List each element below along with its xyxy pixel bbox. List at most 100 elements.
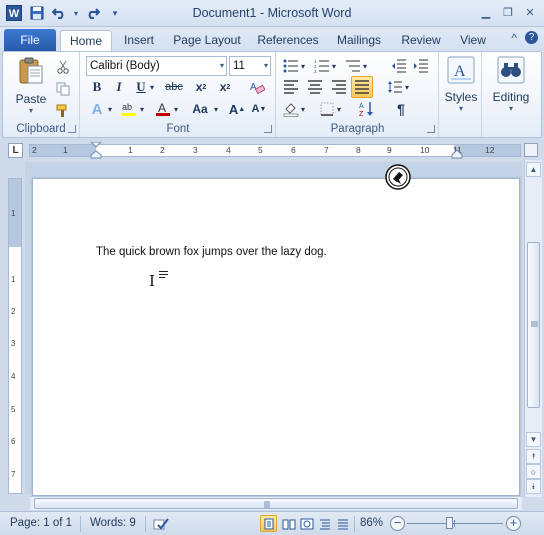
line-spacing-dropdown-icon[interactable]: ▾: [402, 77, 412, 97]
tab-selector[interactable]: L: [8, 143, 23, 158]
ribbon: Paste ▾ Clipboard Calibri (Body) ▾ 11 ▾ …: [2, 51, 542, 138]
highlight-icon[interactable]: ab: [119, 99, 139, 119]
paste-button[interactable]: Paste ▾: [11, 56, 51, 115]
ruler-number: 8: [356, 145, 361, 155]
zoom-out-button[interactable]: −: [390, 516, 405, 531]
bold-icon[interactable]: B: [87, 77, 107, 97]
right-indent-marker[interactable]: [451, 149, 463, 159]
font-color-icon[interactable]: A: [153, 99, 173, 119]
vertical-scroll-thumb[interactable]: [527, 242, 540, 408]
tab-mailings[interactable]: Mailings: [330, 30, 388, 52]
zoom-slider-track[interactable]: [407, 523, 503, 524]
styles-button[interactable]: A Styles ▾: [442, 56, 480, 113]
grow-font-icon[interactable]: A ▲: [227, 99, 247, 119]
highlight-dropdown-icon[interactable]: ▾: [137, 99, 147, 119]
tab-home[interactable]: Home: [60, 30, 112, 52]
ruler-number: 10: [420, 145, 430, 155]
page-count-status[interactable]: Page: 1 of 1: [10, 517, 72, 529]
clear-formatting-icon[interactable]: A: [247, 77, 267, 97]
italic-icon[interactable]: I: [109, 77, 129, 97]
document-page[interactable]: The quick brown fox jumps over the lazy …: [32, 178, 520, 496]
change-case-icon[interactable]: Aa: [187, 99, 213, 119]
close-icon[interactable]: ✕: [520, 4, 540, 20]
svg-text:Z: Z: [359, 111, 364, 117]
restore-icon[interactable]: ❐: [498, 4, 518, 20]
decrease-indent-icon[interactable]: [389, 56, 409, 76]
word-count-status[interactable]: Words: 9: [90, 517, 136, 529]
minimize-icon[interactable]: ▁: [476, 4, 496, 20]
binoculars-icon: [497, 56, 525, 84]
zoom-in-button[interactable]: +: [506, 516, 521, 531]
numbering-dropdown-icon[interactable]: ▾: [329, 56, 339, 76]
tab-page-layout[interactable]: Page Layout: [168, 30, 246, 52]
scroll-up-icon[interactable]: ▲: [526, 162, 541, 177]
cut-icon[interactable]: [53, 57, 73, 77]
vertical-scrollbar[interactable]: ▲ ▼ ⯭ ○ ⯯: [524, 160, 542, 497]
tab-insert[interactable]: Insert: [116, 30, 162, 52]
document-text[interactable]: The quick brown fox jumps over the lazy …: [96, 246, 327, 258]
font-dialog-launcher[interactable]: [264, 125, 272, 133]
document-area[interactable]: The quick brown fox jumps over the lazy …: [25, 162, 522, 496]
show-formatting-marks-icon[interactable]: ¶: [391, 99, 411, 119]
zoom-level[interactable]: 86%: [360, 517, 383, 529]
font-color-dropdown-icon[interactable]: ▾: [171, 99, 181, 119]
shrink-font-icon[interactable]: A ▼: [249, 99, 269, 119]
subscript-icon[interactable]: x2: [191, 77, 211, 97]
clipboard-group: Paste ▾ Clipboard: [3, 52, 80, 137]
format-painter-icon[interactable]: [53, 101, 73, 121]
paste-label: Paste: [15, 92, 47, 106]
web-layout-view-icon[interactable]: [298, 515, 315, 532]
help-icon[interactable]: ?: [525, 31, 538, 44]
ruler-number: 4: [226, 145, 231, 155]
proofing-icon[interactable]: [152, 515, 169, 532]
tab-references[interactable]: References: [252, 30, 324, 52]
paragraph-dialog-launcher[interactable]: [427, 125, 435, 133]
font-size-combo[interactable]: 11 ▾: [229, 56, 271, 76]
horizontal-scrollbar[interactable]: [30, 496, 522, 510]
previous-page-icon[interactable]: ⯭: [526, 449, 541, 464]
underline-dropdown-icon[interactable]: ▾: [147, 77, 157, 97]
font-name-combo[interactable]: Calibri (Body) ▾: [86, 56, 227, 76]
next-page-icon[interactable]: ⯯: [526, 479, 541, 494]
justify-icon[interactable]: [351, 76, 373, 98]
align-right-icon[interactable]: [329, 77, 349, 97]
strikethrough-icon[interactable]: abc: [161, 77, 187, 97]
svg-text:A: A: [359, 103, 364, 110]
text-effects-icon[interactable]: A: [87, 99, 107, 119]
editing-label: Editing: [492, 90, 530, 104]
align-left-icon[interactable]: [281, 77, 301, 97]
zoom-slider-thumb[interactable]: [446, 517, 453, 529]
superscript-icon[interactable]: x2: [215, 77, 235, 97]
tab-view[interactable]: View: [452, 30, 494, 52]
sort-icon[interactable]: AZ: [357, 99, 377, 119]
borders-dropdown-icon[interactable]: ▾: [334, 99, 344, 119]
clipboard-dialog-launcher[interactable]: [68, 125, 76, 133]
outline-view-icon[interactable]: [316, 515, 333, 532]
copy-icon[interactable]: [53, 79, 73, 99]
ruler-number: 3: [193, 145, 198, 155]
vertical-ruler[interactable]: 1 1 2 3 4 5 6 7: [8, 178, 22, 494]
tab-file[interactable]: File: [4, 29, 56, 52]
first-line-indent-marker[interactable]: [90, 142, 102, 159]
minimize-ribbon-icon[interactable]: ^: [511, 31, 517, 45]
print-layout-view-icon[interactable]: [260, 515, 277, 532]
multilevel-list-dropdown-icon[interactable]: ▾: [360, 56, 370, 76]
draft-view-icon[interactable]: [334, 515, 351, 532]
browse-object-icon[interactable]: ○: [526, 464, 541, 479]
increase-indent-icon[interactable]: [411, 56, 431, 76]
view-ruler-icon[interactable]: [524, 143, 538, 157]
text-effects-dropdown-icon[interactable]: ▾: [105, 99, 115, 119]
change-case-dropdown-icon[interactable]: ▾: [211, 99, 221, 119]
full-screen-reading-view-icon[interactable]: [280, 515, 297, 532]
horizontal-scroll-thumb[interactable]: [34, 498, 518, 509]
tab-review[interactable]: Review: [396, 30, 446, 52]
horizontal-ruler[interactable]: 2 1 1 2 3 4 5 6 7 8 9 10 11 12: [29, 142, 521, 159]
svg-text:A: A: [158, 101, 166, 115]
font-size-dropdown-icon: ▾: [263, 61, 268, 70]
scroll-down-icon[interactable]: ▼: [526, 432, 541, 447]
align-center-icon[interactable]: [305, 77, 325, 97]
bullets-dropdown-icon[interactable]: ▾: [298, 56, 308, 76]
editing-button[interactable]: Editing ▾: [485, 56, 537, 113]
ruler-number: 9: [387, 145, 392, 155]
shading-dropdown-icon[interactable]: ▾: [298, 99, 308, 119]
